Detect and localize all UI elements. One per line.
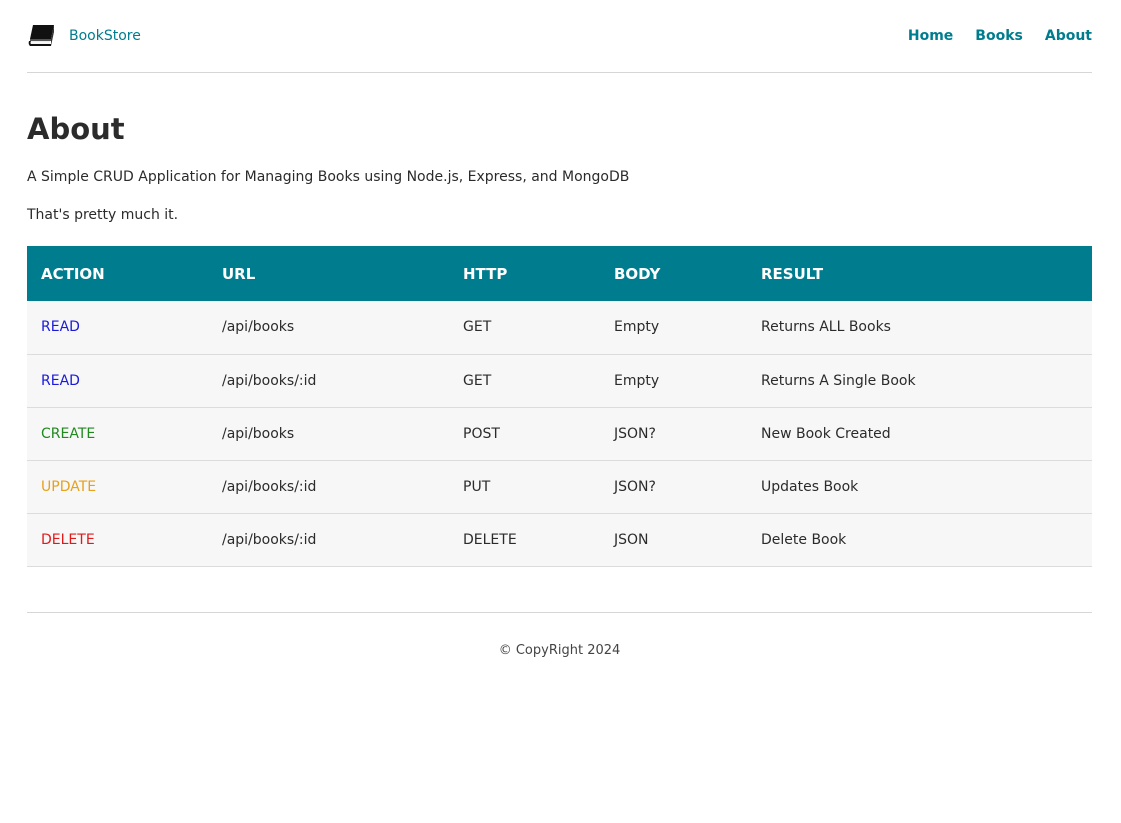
cell-result: Delete Book — [761, 531, 847, 548]
cell-action: READ — [41, 319, 80, 336]
cell-action: UPDATE — [41, 478, 97, 495]
cell-body: Empty — [614, 319, 660, 336]
cell-http: DELETE — [463, 531, 517, 548]
cell-result: Returns A Single Book — [761, 372, 916, 389]
table-row: CREATE /api/books POST JSON? New Book Cr… — [27, 407, 1092, 460]
column-header-body: BODY — [614, 264, 661, 283]
cell-body: Empty — [614, 372, 660, 389]
cell-result: New Book Created — [761, 425, 891, 442]
table-row: READ /api/books/:id GET Empty Returns A … — [27, 354, 1092, 407]
main-nav: Home Books About — [908, 28, 1092, 44]
copyright-text: © CopyRight 2024 — [498, 642, 621, 658]
table-row: READ /api/books GET Empty Returns ALL Bo… — [27, 301, 1092, 354]
cell-body: JSON — [614, 531, 649, 548]
book-icon — [27, 23, 57, 49]
table-header-row: ACTION URL HTTP BODY RESULT — [27, 246, 1092, 301]
cell-result: Returns ALL Books — [761, 319, 891, 336]
brand-name: BookStore — [69, 27, 141, 44]
page-footer: © CopyRight 2024 — [27, 611, 1092, 658]
cell-action: CREATE — [41, 425, 96, 442]
cell-http: GET — [463, 319, 492, 336]
cell-http: GET — [463, 372, 492, 389]
column-header-action: ACTION — [41, 264, 105, 283]
cell-url: /api/books — [222, 319, 295, 336]
cell-action: READ — [41, 372, 80, 389]
cell-url: /api/books — [222, 425, 295, 442]
table-row: DELETE /api/books/:id DELETE JSON Delete… — [27, 513, 1092, 566]
cell-action: DELETE — [41, 531, 95, 548]
table-row: UPDATE /api/books/:id PUT JSON? Updates … — [27, 460, 1092, 513]
nav-link-home[interactable]: Home — [908, 28, 953, 44]
app-description: A Simple CRUD Application for Managing B… — [27, 169, 630, 185]
page: BookStore Home Books About About A Simpl… — [27, 0, 1092, 658]
nav-link-books[interactable]: Books — [975, 28, 1023, 44]
cell-http: POST — [463, 425, 500, 442]
brand-link[interactable]: BookStore — [27, 23, 141, 49]
app-note: That's pretty much it. — [27, 207, 179, 223]
column-header-result: RESULT — [761, 264, 824, 283]
cell-body: JSON? — [614, 425, 656, 442]
nav-link-about[interactable]: About — [1045, 28, 1092, 44]
column-header-url: URL — [222, 264, 256, 283]
cell-body: JSON? — [614, 478, 656, 495]
page-title: About — [27, 112, 125, 146]
cell-url: /api/books/:id — [222, 478, 317, 495]
column-header-http: HTTP — [463, 264, 508, 283]
cell-url: /api/books/:id — [222, 531, 317, 548]
cell-url: /api/books/:id — [222, 372, 317, 389]
cell-http: PUT — [463, 478, 491, 495]
cell-result: Updates Book — [761, 478, 859, 495]
main-content: About A Simple CRUD Application for Mana… — [27, 113, 1092, 567]
top-navbar: BookStore Home Books About — [27, 0, 1092, 73]
api-routes-table: ACTION URL HTTP BODY RESULT READ /api/bo… — [27, 246, 1092, 567]
